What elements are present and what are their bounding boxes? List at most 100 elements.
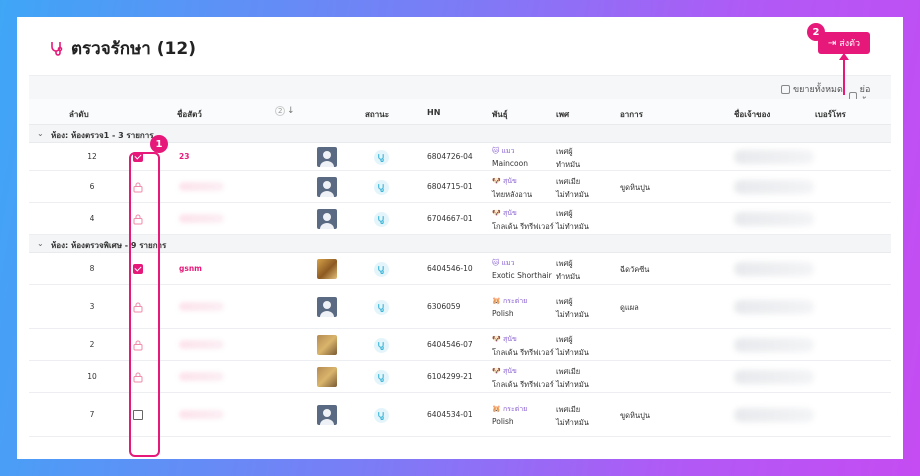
sort-count-badge: 2	[275, 106, 286, 116]
order-number: 7	[89, 410, 95, 419]
highlight-select-column	[129, 152, 160, 457]
sex-value: เพศผู้	[556, 335, 573, 344]
annotation-badge-1: 1	[150, 135, 168, 153]
send-button[interactable]: ⇥ ส่งตัว	[818, 32, 870, 54]
sex-value: เพศผู้	[556, 297, 573, 306]
species-type: 🐱 แมว	[492, 259, 515, 267]
annotation-badge-2: 2	[807, 23, 825, 41]
expand-all-button[interactable]: ขยายทั้งหมด	[781, 82, 843, 96]
sex-value: เพศผู้	[556, 147, 573, 156]
pet-avatar[interactable]	[317, 335, 337, 355]
table-header: ลำดับ ชื่อสัตว์ 2 ↓ สถานะ HN พันธุ์ เพศ …	[29, 99, 891, 125]
expand-icon	[781, 84, 790, 94]
breed-value: โกลเด้น รีทรีฟเวอร์	[492, 380, 554, 389]
col-order[interactable]: ลำดับ	[69, 108, 89, 121]
chevron-down-icon[interactable]: ⌄	[37, 239, 44, 248]
order-number: 10	[87, 372, 97, 381]
breed-value: โกลเด้น รีทรีฟเวอร์	[492, 348, 554, 357]
pet-avatar[interactable]	[317, 209, 337, 229]
owner-redacted	[734, 338, 814, 352]
user-silhouette-icon	[320, 409, 334, 425]
hn-value: 6804726-04	[427, 152, 473, 161]
user-silhouette-icon	[320, 213, 334, 229]
neuter-value: ไม่ทำหมัน	[556, 310, 589, 319]
species-type: 🐹 กระต่าย	[492, 297, 528, 305]
sex-value: เพศผู้	[556, 209, 573, 218]
expand-all-label: ขยายทั้งหมด	[793, 85, 843, 95]
user-silhouette-icon	[320, 151, 334, 167]
neuter-value: ทำหมัน	[556, 272, 581, 281]
pet-avatar[interactable]	[317, 367, 337, 387]
pet-name-link[interactable]: gsnm	[179, 264, 202, 273]
col-symptom[interactable]: อาการ	[620, 108, 643, 121]
col-phone[interactable]: เบอร์โทร	[815, 108, 846, 121]
hn-value: 6704667-01	[427, 214, 473, 223]
status-stethoscope-icon[interactable]	[374, 179, 389, 195]
pet-name-redacted	[179, 214, 224, 223]
owner-redacted	[734, 300, 814, 314]
status-stethoscope-icon[interactable]	[374, 149, 389, 165]
status-stethoscope-icon[interactable]	[374, 261, 389, 277]
status-stethoscope-icon[interactable]	[374, 407, 389, 423]
neuter-value: ทำหมัน	[556, 160, 581, 169]
sex-value: เพศเมีย	[556, 367, 581, 376]
pet-avatar[interactable]	[317, 147, 337, 167]
pet-avatar[interactable]	[317, 259, 337, 279]
table-toolbar: ขยายทั้งหมด ย่อทั้งหมด	[29, 75, 891, 109]
pet-avatar[interactable]	[317, 297, 337, 317]
neuter-value: ไม่ทำหมัน	[556, 418, 589, 427]
breed-value: Polish	[492, 309, 514, 318]
hn-value: 6104299-21	[427, 372, 473, 381]
pet-name-redacted	[179, 340, 224, 349]
species-type: 🐱 แมว	[492, 147, 515, 155]
order-number: 3	[89, 302, 95, 311]
status-stethoscope-icon[interactable]	[374, 369, 389, 385]
pet-name-redacted	[179, 302, 224, 311]
species-type: 🐹 กระต่าย	[492, 405, 528, 413]
group-label: ห้อง: ห้องตรวจ1 - 3 รายการ	[51, 131, 154, 140]
owner-redacted	[734, 262, 814, 276]
col-owner[interactable]: ชื่อเจ้าของ	[734, 108, 770, 121]
col-sex[interactable]: เพศ	[556, 108, 569, 121]
owner-redacted	[734, 150, 814, 164]
page-header: ตรวจรักษา (12)	[49, 33, 196, 63]
breed-value: โกลเด้น รีทรีฟเวอร์	[492, 222, 554, 231]
order-number: 12	[87, 152, 97, 161]
user-silhouette-icon	[320, 181, 334, 197]
sort-arrow-icon[interactable]: ↓	[287, 106, 295, 116]
col-hn[interactable]: HN	[427, 108, 440, 117]
hn-value: 6306059	[427, 302, 461, 311]
col-status[interactable]: สถานะ	[365, 108, 389, 121]
order-number: 8	[89, 264, 95, 273]
symptom-value: ฉีดวัคซีน	[620, 265, 650, 274]
arrow-right-icon: ⇥	[827, 37, 837, 49]
breed-value: ไทยหลังอาน	[492, 190, 533, 199]
symptom-value: ขูดหินปูน	[620, 411, 650, 420]
owner-redacted	[734, 212, 814, 226]
species-type: 🐶 สุนัข	[492, 335, 517, 343]
status-stethoscope-icon[interactable]	[374, 211, 389, 227]
status-stethoscope-icon[interactable]	[374, 299, 389, 315]
breed-value: Maincoon	[492, 159, 528, 168]
breed-value: Polish	[492, 417, 514, 426]
pet-name-link[interactable]: 23	[179, 152, 189, 161]
symptom-value: ขูดหินปูน	[620, 183, 650, 192]
col-pet-name[interactable]: ชื่อสัตว์	[177, 108, 202, 121]
hn-value: 6404546-10	[427, 264, 473, 273]
pet-avatar[interactable]	[317, 405, 337, 425]
order-number: 4	[89, 214, 95, 223]
pet-avatar[interactable]	[317, 177, 337, 197]
neuter-value: ไม่ทำหมัน	[556, 348, 589, 357]
col-species[interactable]: พันธุ์	[492, 108, 508, 121]
owner-redacted	[734, 370, 814, 384]
neuter-value: ไม่ทำหมัน	[556, 380, 589, 389]
page-title: ตรวจรักษา (12)	[71, 38, 196, 59]
hn-value: 6404546-07	[427, 340, 473, 349]
status-stethoscope-icon[interactable]	[374, 337, 389, 353]
send-button-label: ส่งตัว	[839, 39, 861, 49]
sex-value: เพศเมีย	[556, 405, 581, 414]
pet-name-redacted	[179, 372, 224, 381]
symptom-value: ดูแผล	[620, 303, 639, 312]
chevron-down-icon[interactable]: ⌄	[37, 129, 44, 138]
user-silhouette-icon	[320, 301, 334, 317]
